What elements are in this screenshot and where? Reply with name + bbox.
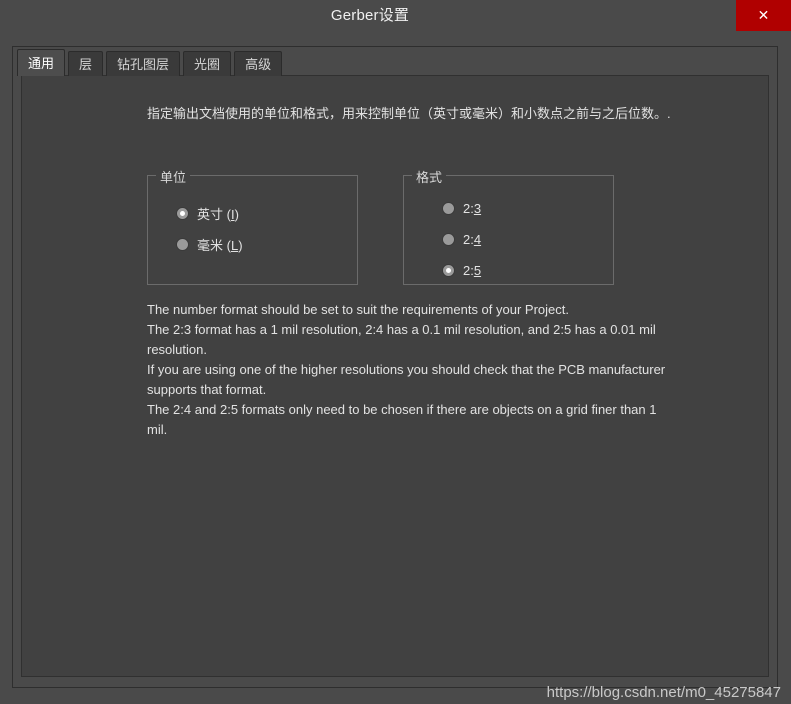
format-group-title: 格式 (412, 167, 447, 186)
radio-icon (442, 202, 455, 215)
help-line: The number format should be set to suit … (147, 302, 569, 317)
title-bar: Gerber设置 ✕ (0, 0, 791, 32)
label-accelerator: 5 (473, 263, 482, 278)
units-group: 单位 英寸 (I) 毫米 (L) (147, 167, 358, 285)
format-radio-1[interactable]: 2:4 (442, 232, 481, 247)
format-radio-2[interactable]: 2:5 (442, 263, 481, 278)
help-line: The 2:3 format has a 1 mil resolution, 2… (147, 322, 656, 357)
tab-label: 钻孔图层 (117, 57, 170, 72)
radio-icon (442, 264, 455, 277)
tab-1[interactable]: 层 (68, 51, 104, 76)
general-intro-text: 指定输出文档使用的单位和格式，用来控制单位（英寸或毫米）和小数点之前与之后位数。… (147, 106, 671, 121)
tab-label: 光圈 (194, 57, 221, 72)
help-text: The number format should be set to suit … (147, 300, 677, 440)
window-title: Gerber设置 (330, 7, 410, 24)
tab-3[interactable]: 光圈 (183, 51, 232, 76)
format-radio-label: 2:4 (463, 232, 481, 247)
dialog-panel: 通用 层 钻孔图层 光圈 高级 指定输出文档使用的单位和格式，用来控制单位（英寸或毫米）… (12, 46, 778, 688)
tab-2[interactable]: 钻孔图层 (106, 51, 181, 76)
label-text: 英寸 ( (197, 207, 231, 222)
label-text-end: ) (234, 207, 239, 222)
radio-icon (176, 207, 189, 220)
tab-content-general: 指定输出文档使用的单位和格式，用来控制单位（英寸或毫米）和小数点之前与之后位数。… (21, 75, 769, 677)
units-radio-label: 毫米 (L) (197, 235, 243, 254)
format-group: 格式 2:3 2:4 2:5 (403, 167, 614, 285)
units-radio-label: 英寸 (I) (197, 204, 239, 223)
label-text-end: ) (238, 238, 243, 253)
format-radio-0[interactable]: 2:3 (442, 201, 481, 216)
label-accelerator: 4 (473, 232, 482, 247)
format-radio-label: 2:3 (463, 201, 481, 216)
close-icon[interactable]: ✕ (736, 0, 791, 31)
label-text: 2: (463, 263, 474, 278)
tab-label: 通用 (28, 56, 55, 71)
units-radio-0[interactable]: 英寸 (I) (176, 204, 239, 223)
watermark: https://blog.csdn.net/m0_45275847 (546, 684, 781, 701)
tab-label: 层 (79, 57, 93, 72)
help-line: The 2:4 and 2:5 formats only need to be … (147, 402, 657, 437)
label-accelerator: 3 (473, 201, 482, 216)
help-line: If you are using one of the higher resol… (147, 362, 666, 397)
label-text: 毫米 ( (197, 238, 231, 253)
radio-icon (442, 233, 455, 246)
tab-strip: 通用 层 钻孔图层 光圈 高级 (17, 49, 285, 76)
label-text: 2: (463, 232, 474, 247)
radio-icon (176, 238, 189, 251)
tab-0[interactable]: 通用 (17, 49, 66, 76)
format-radio-label: 2:5 (463, 263, 481, 278)
units-radio-1[interactable]: 毫米 (L) (176, 235, 243, 254)
tab-label: 高级 (245, 57, 272, 72)
tab-4[interactable]: 高级 (234, 51, 283, 76)
units-group-title: 单位 (156, 167, 191, 186)
label-text: 2: (463, 201, 474, 216)
